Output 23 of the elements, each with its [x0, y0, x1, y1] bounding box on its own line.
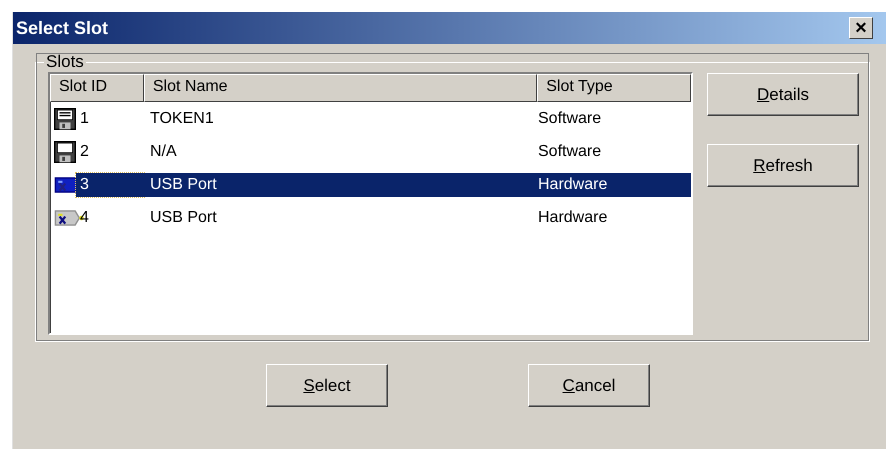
table-cell[interactable]: TOKEN1	[144, 110, 538, 128]
column-header[interactable]: Slot Type	[537, 74, 691, 102]
table-cell[interactable]: 1	[76, 106, 144, 130]
window-title: Select Slot	[16, 18, 108, 38]
table-cell[interactable]: 4	[76, 206, 144, 230]
cancel-button[interactable]: Cancel	[528, 364, 650, 407]
table-cell[interactable]: 2	[76, 140, 144, 164]
column-header[interactable]: Slot ID	[50, 74, 144, 102]
group-label: Slots	[45, 52, 85, 72]
table-cell[interactable]: Hardware	[538, 208, 608, 226]
details-button[interactable]: Details	[707, 73, 859, 116]
column-header[interactable]: Slot Name	[144, 74, 538, 102]
table-cell[interactable]: USB Port	[144, 208, 538, 226]
table-cell[interactable]: Software	[538, 142, 602, 160]
close-button[interactable]: ×	[849, 17, 873, 39]
table-cell[interactable]: Hardware	[538, 176, 608, 194]
refresh-button[interactable]: Refresh	[707, 144, 859, 187]
slot-list[interactable]: Slot ID Slot Name Slot Type 1 TOKEN1 Software 2 N/A Software 3 USB Port Hardware 4 USB Port Hardware	[48, 72, 693, 335]
table-cell[interactable]: USB Port	[144, 176, 538, 194]
table-cell[interactable]: N/A	[144, 142, 538, 160]
table-cell[interactable]: Software	[538, 110, 602, 128]
table-cell[interactable]: 3	[76, 172, 144, 196]
select-button[interactable]: Select	[266, 364, 388, 407]
